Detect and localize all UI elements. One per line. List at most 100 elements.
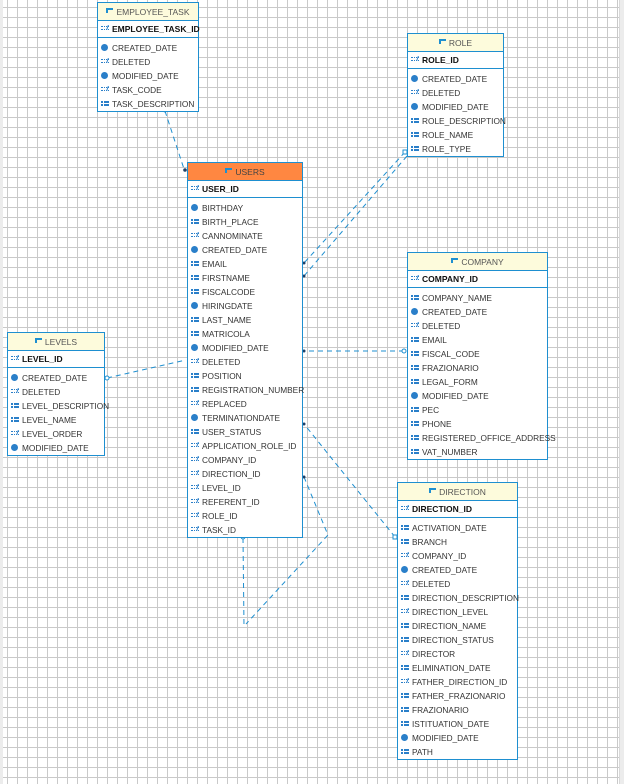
- column-row[interactable]: COMPANY_ID: [188, 453, 302, 467]
- column-row[interactable]: DIRECTOR: [398, 647, 517, 661]
- table-header[interactable]: USERS: [188, 163, 302, 181]
- column-row[interactable]: BIRTHDAY: [188, 201, 302, 215]
- column-row[interactable]: TASK_CODE: [98, 83, 198, 97]
- table-header[interactable]: EMPLOYEE_TASK: [98, 3, 198, 21]
- column-row[interactable]: FATHER_FRAZIONARIO: [398, 689, 517, 703]
- column-name: ELIMINATION_DATE: [412, 663, 491, 673]
- column-row[interactable]: MODIFIED_DATE: [408, 389, 547, 403]
- column-row[interactable]: PEC: [408, 403, 547, 417]
- column-row[interactable]: ROLE_ID: [188, 509, 302, 523]
- link-direction-users[interactable]: [303, 423, 396, 538]
- column-row[interactable]: DELETED: [398, 577, 517, 591]
- column-row[interactable]: CREATED_DATE: [188, 243, 302, 257]
- column-name: FISCAL_CODE: [422, 349, 480, 359]
- table-users[interactable]: USERS USER_ID BIRTHDAY BIRTH_PLACE CANNO…: [187, 162, 304, 538]
- table-header[interactable]: ROLE: [408, 34, 503, 52]
- column-row[interactable]: ELIMINATION_DATE: [398, 661, 517, 675]
- column-row[interactable]: DIRECTION_NAME: [398, 619, 517, 633]
- column-row[interactable]: DELETED: [98, 55, 198, 69]
- column-row[interactable]: ROLE_NAME: [408, 128, 503, 142]
- column-name: POSITION: [202, 371, 242, 381]
- column-row[interactable]: REGISTRATION_NUMBER: [188, 383, 304, 397]
- column-row[interactable]: MODIFIED_DATE: [398, 731, 517, 745]
- table-role[interactable]: ROLE ROLE_ID CREATED_DATE DELETED MODIFI…: [407, 33, 506, 157]
- column-row[interactable]: LAST_NAME: [188, 313, 302, 327]
- column-row[interactable]: LEVEL_ID: [188, 481, 302, 495]
- link-role-users-1[interactable]: [303, 151, 406, 264]
- primary-key-row[interactable]: COMPANY_ID: [408, 271, 547, 288]
- primary-key-row[interactable]: ROLE_ID: [408, 52, 503, 69]
- primary-key-row[interactable]: USER_ID: [188, 181, 302, 198]
- column-row[interactable]: LEGAL_FORM: [408, 375, 547, 389]
- column-row[interactable]: CREATED_DATE: [398, 563, 517, 577]
- column-row[interactable]: DELETED: [188, 355, 302, 369]
- column-row[interactable]: ROLE_TYPE: [408, 142, 503, 156]
- column-row[interactable]: USER_STATUS: [188, 425, 302, 439]
- column-row[interactable]: EMAIL: [188, 257, 302, 271]
- column-row[interactable]: CREATED_DATE: [98, 41, 198, 55]
- column-row[interactable]: ROLE_DESCRIPTION: [408, 114, 506, 128]
- column-row[interactable]: FIRSTNAME: [188, 271, 302, 285]
- column-row[interactable]: MODIFIED_DATE: [188, 341, 302, 355]
- column-row[interactable]: LEVEL_DESCRIPTION: [8, 399, 109, 413]
- number-column-icon: [191, 470, 199, 478]
- column-row[interactable]: REPLACED: [188, 397, 302, 411]
- column-row[interactable]: DIRECTION_DESCRIPTION: [398, 591, 519, 605]
- column-row[interactable]: REFERENT_ID: [188, 495, 302, 509]
- table-header[interactable]: COMPANY: [408, 253, 547, 271]
- column-row[interactable]: DIRECTION_LEVEL: [398, 605, 517, 619]
- column-row[interactable]: DIRECTION_ID: [188, 467, 302, 481]
- column-row[interactable]: FISCAL_CODE: [408, 347, 547, 361]
- column-row[interactable]: COMPANY_ID: [398, 549, 517, 563]
- column-row[interactable]: MODIFIED_DATE: [408, 100, 503, 114]
- column-row[interactable]: VAT_NUMBER: [408, 445, 547, 459]
- column-row[interactable]: PHONE: [408, 417, 547, 431]
- column-row[interactable]: DELETED: [8, 385, 104, 399]
- column-row[interactable]: DIRECTION_STATUS: [398, 633, 517, 647]
- column-row[interactable]: CANNOMINATE: [188, 229, 302, 243]
- column-row[interactable]: LEVEL_ORDER: [8, 427, 104, 441]
- link-employee-task-users[interactable]: [164, 110, 185, 170]
- column-row[interactable]: APPLICATION_ROLE_ID: [188, 439, 302, 453]
- primary-key-row[interactable]: EMPLOYEE_TASK_ID: [98, 21, 200, 38]
- column-row[interactable]: ISTITUATION_DATE: [398, 717, 517, 731]
- column-row[interactable]: FISCALCODE: [188, 285, 302, 299]
- column-row[interactable]: CREATED_DATE: [408, 305, 547, 319]
- column-row[interactable]: BRANCH: [398, 535, 517, 549]
- column-row[interactable]: TASK_ID: [188, 523, 302, 537]
- table-direction[interactable]: DIRECTION DIRECTION_ID ACTIVATION_DATE B…: [397, 482, 519, 760]
- column-row[interactable]: BIRTH_PLACE: [188, 215, 302, 229]
- link-users-self-2[interactable]: [242, 537, 245, 628]
- link-levels-users[interactable]: [106, 359, 187, 379]
- column-row[interactable]: HIRINGDATE: [188, 299, 302, 313]
- table-levels[interactable]: LEVELS LEVEL_ID CREATED_DATE DELETED LEV…: [7, 332, 109, 456]
- column-row[interactable]: MODIFIED_DATE: [98, 69, 198, 83]
- column-row[interactable]: REGISTERED_OFFICE_ADDRESS: [408, 431, 556, 445]
- table-header[interactable]: DIRECTION: [398, 483, 517, 501]
- column-row[interactable]: EMAIL: [408, 333, 547, 347]
- column-row[interactable]: LEVEL_NAME: [8, 413, 104, 427]
- primary-key-row[interactable]: DIRECTION_ID: [398, 501, 517, 518]
- primary-key-row[interactable]: LEVEL_ID: [8, 351, 104, 368]
- link-role-users-2[interactable]: [303, 155, 408, 277]
- column-row[interactable]: DELETED: [408, 86, 503, 100]
- column-row[interactable]: TERMINATIONDATE: [188, 411, 302, 425]
- column-row[interactable]: TASK_DESCRIPTION: [98, 97, 198, 111]
- date-column-icon: [191, 414, 199, 422]
- table-header[interactable]: LEVELS: [8, 333, 104, 351]
- column-row[interactable]: ACTIVATION_DATE: [398, 521, 517, 535]
- column-name: LEVEL_NAME: [22, 415, 77, 425]
- column-row[interactable]: DELETED: [408, 319, 547, 333]
- column-row[interactable]: COMPANY_NAME: [408, 291, 547, 305]
- column-row[interactable]: POSITION: [188, 369, 302, 383]
- column-row[interactable]: PATH: [398, 745, 517, 759]
- column-row[interactable]: FATHER_DIRECTION_ID: [398, 675, 517, 689]
- column-row[interactable]: MATRICOLA: [188, 327, 302, 341]
- column-row[interactable]: CREATED_DATE: [8, 371, 104, 385]
- column-row[interactable]: MODIFIED_DATE: [8, 441, 104, 455]
- column-row[interactable]: FRAZIONARIO: [398, 703, 517, 717]
- column-row[interactable]: FRAZIONARIO: [408, 361, 547, 375]
- table-employee-task[interactable]: EMPLOYEE_TASK EMPLOYEE_TASK_ID CREATED_D…: [97, 2, 200, 112]
- table-company[interactable]: COMPANY COMPANY_ID COMPANY_NAME CREATED_…: [407, 252, 556, 460]
- column-row[interactable]: CREATED_DATE: [408, 72, 503, 86]
